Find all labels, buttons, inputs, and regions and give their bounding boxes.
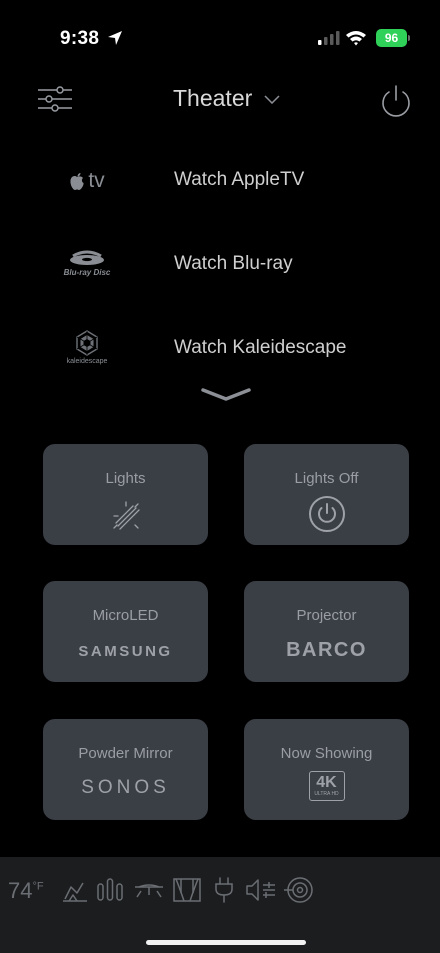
tile-powder-mirror[interactable]: Powder Mirror SONOS: [43, 719, 208, 820]
temperature-unit: °F: [32, 880, 44, 893]
home-indicator[interactable]: [146, 940, 306, 945]
tile-label: Projector: [296, 607, 357, 624]
room-selector[interactable]: Theater: [173, 85, 280, 112]
location-arrow-icon: [108, 31, 122, 45]
sonos-logo-text: SONOS: [81, 777, 170, 798]
climate-icon[interactable]: [61, 875, 89, 905]
kaleidescape-logo: kaleidescape: [52, 322, 122, 372]
tile-label: Lights Off: [294, 470, 359, 487]
shades-icon[interactable]: [97, 875, 123, 905]
bluray-logo: Blu-ray Disc: [52, 238, 122, 288]
screen: 9:38 96 Theater tv Watch AppleTV Blu-ray…: [0, 0, 440, 953]
wifi-icon: [346, 31, 366, 46]
barco-logo: BARCO: [244, 633, 409, 662]
samsung-logo: SAMSUNG: [43, 633, 208, 660]
tile-label: Powder Mirror: [78, 745, 173, 762]
status-bar: 9:38 96: [0, 0, 440, 54]
bottom-bar: 74°F: [0, 857, 440, 953]
power-icon: [244, 496, 409, 534]
lights-icon: [43, 496, 208, 534]
activity-label: Watch Kaleidescape: [174, 337, 347, 358]
audio-icon[interactable]: [244, 875, 278, 905]
tile-label: MicroLED: [92, 607, 159, 624]
drapes-icon[interactable]: [172, 875, 202, 905]
barco-logo-text: BARCO: [286, 639, 367, 661]
security-icon[interactable]: [283, 875, 315, 905]
cellular-signal-icon: [318, 31, 340, 45]
fan-icon[interactable]: [133, 875, 165, 905]
tile-now-showing[interactable]: Now Showing 4K ULTRA HD: [244, 719, 409, 820]
sonos-logo: SONOS: [43, 771, 208, 799]
activity-label: Watch AppleTV: [174, 169, 305, 190]
power-icon[interactable]: [380, 84, 412, 118]
activity-label: Watch Blu-ray: [174, 253, 293, 274]
4k-badge-text: 4K: [316, 773, 337, 791]
tile-label: Now Showing: [280, 745, 373, 762]
ultra-hd-text: ULTRA HD: [314, 790, 339, 797]
activity-apple-tv[interactable]: tv Watch AppleTV: [0, 150, 440, 210]
expand-chevron-icon[interactable]: [200, 387, 252, 403]
chevron-down-icon: [264, 95, 280, 104]
kaleidescape-logo-text: kaleidescape: [66, 357, 108, 365]
apple-tv-logo: tv: [52, 156, 122, 206]
apple-tv-logo-text: tv: [88, 169, 105, 192]
status-time: 9:38: [60, 28, 100, 49]
settings-sliders-icon[interactable]: [38, 84, 72, 114]
kaleidescape-icon: [76, 329, 98, 356]
temperature-value: 74: [8, 878, 33, 903]
4k-ultra-hd-logo: 4K ULTRA HD: [244, 771, 409, 801]
tile-label: Lights: [105, 470, 146, 487]
temperature-readout[interactable]: 74°F: [8, 878, 44, 904]
tile-lights[interactable]: Lights: [43, 444, 208, 545]
activity-bluray[interactable]: Blu-ray Disc Watch Blu-ray: [0, 234, 440, 294]
room-name: Theater: [173, 85, 253, 111]
battery-indicator: 96: [376, 29, 410, 47]
samsung-logo-text: SAMSUNG: [78, 643, 173, 660]
bluray-disc-icon: [70, 250, 104, 265]
tile-microled[interactable]: MicroLED SAMSUNG: [43, 581, 208, 682]
tile-lights-off[interactable]: Lights Off: [244, 444, 409, 545]
activity-kaleidescape[interactable]: kaleidescape Watch Kaleidescape: [0, 318, 440, 378]
bluray-logo-text: Blu-ray Disc: [63, 267, 111, 277]
apple-icon: [70, 172, 84, 190]
tile-projector[interactable]: Projector BARCO: [244, 581, 409, 682]
outlet-icon[interactable]: [212, 875, 236, 905]
